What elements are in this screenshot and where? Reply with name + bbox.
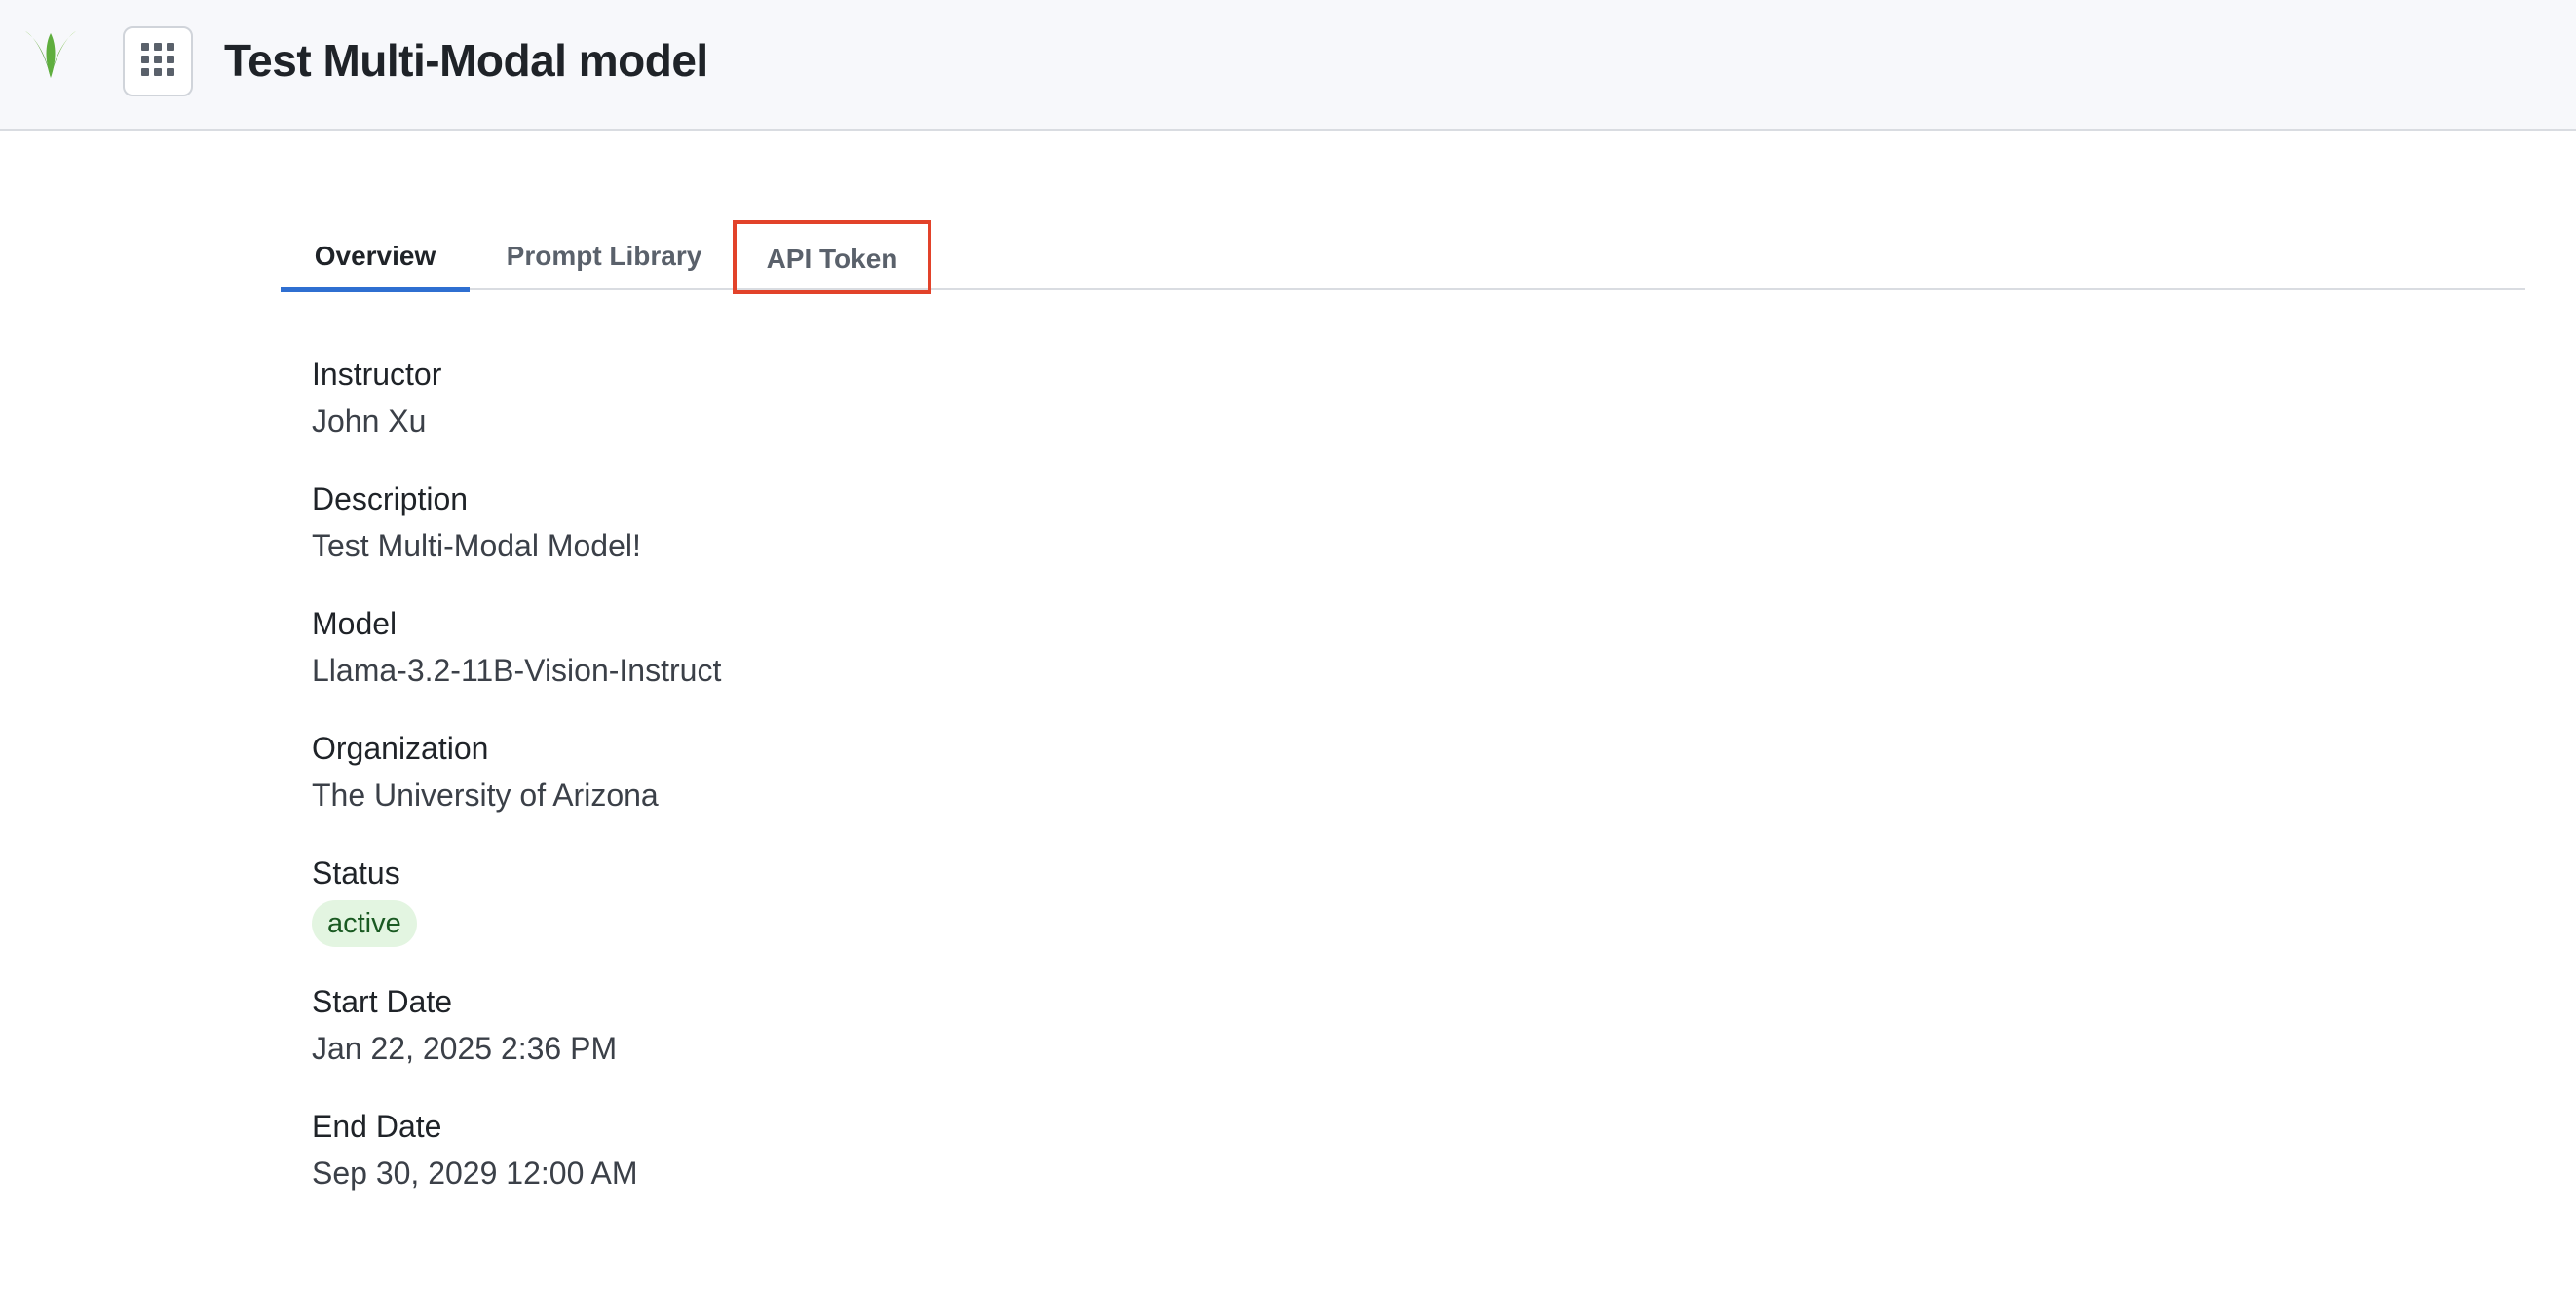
tab-prompt-library[interactable]: Prompt Library [470,222,739,290]
description-label: Description [312,481,469,516]
organization-label: Organization [312,731,489,766]
instructor-field: Instructor John Xu [312,351,1481,444]
grid-apps-icon [141,42,174,81]
tab-bar: Overview Prompt Library API Token [281,220,2525,294]
tab-overview[interactable]: Overview [281,222,470,292]
end-date-label: End Date [312,1109,442,1144]
model-field: Model Llama-3.2-11B-Vision-Instruct [312,600,1481,694]
start-date-field: Start Date Jan 22, 2025 2:36 PM [312,978,1481,1072]
model-value: Llama-3.2-11B-Vision-Instruct [312,653,722,688]
apps-menu-button[interactable] [123,26,193,96]
start-date-value: Jan 22, 2025 2:36 PM [312,1031,618,1066]
start-date-label: Start Date [312,984,453,1019]
status-field: Status active [312,850,1481,947]
description-field: Description Test Multi-Modal Model! [312,475,1481,569]
tab-api-token[interactable]: API Token [733,220,931,294]
end-date-field: End Date Sep 30, 2029 12:00 AM [312,1103,1481,1196]
page-title: Test Multi-Modal model [224,35,708,86]
status-badge: active [312,900,417,947]
status-label: Status [312,855,400,891]
description-value: Test Multi-Modal Model! [312,528,641,563]
organization-field: Organization The University of Arizona [312,725,1481,818]
model-label: Model [312,606,398,641]
v-leaf-logo-icon[interactable] [23,27,78,82]
end-date-value: Sep 30, 2029 12:00 AM [312,1156,638,1191]
organization-value: The University of Arizona [312,778,659,813]
instructor-label: Instructor [312,357,442,392]
instructor-value: John Xu [312,403,427,438]
app-header: Test Multi-Modal model [0,0,2576,131]
